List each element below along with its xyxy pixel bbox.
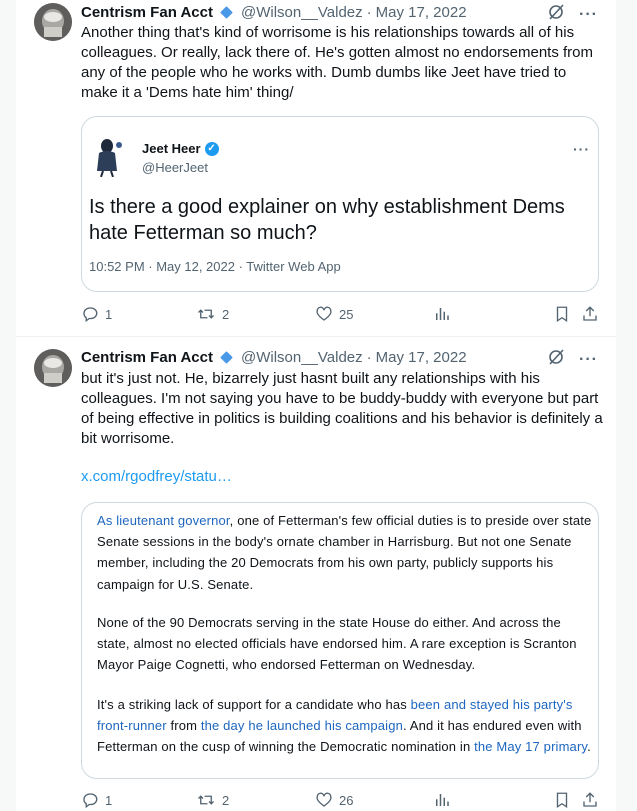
separator-dot: · bbox=[366, 348, 372, 366]
quoted-avatar[interactable] bbox=[93, 137, 125, 178]
analytics-icon bbox=[436, 794, 449, 806]
tweet-header: Centrism Fan Acct @Wilson__Valdez · May … bbox=[81, 346, 467, 368]
reply-button[interactable]: 1 bbox=[81, 305, 112, 323]
retweet-button[interactable]: 2 bbox=[196, 305, 229, 323]
tweet[interactable]: Centrism Fan Acct @Wilson__Valdez · May … bbox=[16, 0, 616, 337]
author-name[interactable]: Centrism Fan Acct bbox=[81, 349, 213, 366]
views-button[interactable] bbox=[433, 305, 451, 323]
like-button[interactable]: 26 bbox=[315, 791, 353, 809]
retweet-count: 2 bbox=[222, 306, 230, 322]
more-options-icon[interactable]: ··· bbox=[579, 351, 598, 368]
quoted-tweet-text: Is there a good explainer on why establi… bbox=[89, 196, 565, 244]
like-count: 25 bbox=[339, 306, 354, 322]
article-link[interactable]: As lieutenant governor bbox=[97, 513, 230, 528]
tweet-date[interactable]: May 17, 2022 bbox=[376, 4, 467, 21]
bookmark-button[interactable] bbox=[553, 305, 571, 323]
quoted-author-handle[interactable]: @HeerJeet bbox=[142, 160, 208, 175]
retweet-icon bbox=[198, 309, 214, 319]
share-button[interactable] bbox=[581, 791, 599, 809]
separator-dot: · bbox=[366, 3, 372, 21]
right-background bbox=[616, 0, 637, 811]
heart-icon bbox=[316, 306, 332, 321]
quoted-tweet[interactable]: Jeet Heer ✓ @HeerJeet ··· Is there a goo… bbox=[81, 116, 599, 292]
avatar[interactable] bbox=[34, 349, 72, 387]
article-text: It's a striking lack of support for a ca… bbox=[97, 697, 411, 712]
bookmark-button[interactable] bbox=[553, 791, 571, 809]
reply-icon bbox=[83, 307, 98, 323]
quoted-author-name[interactable]: Jeet Heer bbox=[142, 141, 201, 156]
quoted-more-options-icon[interactable]: ··· bbox=[573, 141, 590, 157]
bookmark-icon bbox=[556, 306, 568, 323]
bookmark-icon bbox=[556, 792, 568, 809]
reply-count: 1 bbox=[105, 306, 113, 322]
more-options-icon[interactable]: ··· bbox=[579, 6, 598, 23]
action-bar: 1 2 25 bbox=[81, 303, 601, 325]
quoted-tweet-meta: 10:52 PM · May 12, 2022 · Twitter Web Ap… bbox=[89, 259, 341, 274]
like-button[interactable]: 25 bbox=[315, 305, 353, 323]
article-link[interactable]: the day he launched his campaign bbox=[201, 718, 403, 733]
share-button[interactable] bbox=[581, 305, 599, 323]
share-icon bbox=[583, 792, 597, 807]
article-screenshot[interactable]: As lieutenant governor, one of Fetterman… bbox=[81, 502, 599, 779]
tweet[interactable]: Centrism Fan Acct @Wilson__Valdez · May … bbox=[16, 337, 616, 811]
retweet-icon bbox=[198, 795, 214, 805]
tweet-text: Another thing that's kind of worrisome i… bbox=[81, 24, 593, 101]
reply-icon bbox=[83, 793, 98, 809]
analytics-icon bbox=[436, 308, 449, 320]
author-handle[interactable]: @Wilson__Valdez bbox=[241, 4, 363, 21]
tweet-header: Centrism Fan Acct @Wilson__Valdez · May … bbox=[81, 1, 467, 23]
quoted-author-row: Jeet Heer ✓ bbox=[142, 141, 219, 156]
article-paragraph: As lieutenant governor, one of Fetterman… bbox=[97, 510, 593, 595]
header-actions: ··· bbox=[547, 348, 598, 371]
tweet-link[interactable]: x.com/rgodfrey/statu… bbox=[81, 468, 232, 485]
avatar[interactable] bbox=[34, 3, 72, 41]
author-handle[interactable]: @Wilson__Valdez bbox=[241, 349, 363, 366]
share-icon bbox=[583, 306, 597, 321]
grok-icon[interactable] bbox=[547, 348, 565, 371]
tweet-text: but it's just not. He, bizarrely just ha… bbox=[81, 370, 603, 447]
like-count: 26 bbox=[339, 792, 354, 808]
article-paragraph: None of the 90 Democrats serving in the … bbox=[97, 615, 577, 673]
left-background bbox=[0, 0, 16, 811]
reply-button[interactable]: 1 bbox=[81, 791, 112, 809]
verified-diamond-icon bbox=[220, 5, 233, 19]
heart-icon bbox=[316, 792, 332, 807]
article-paragraph: It's a striking lack of support for a ca… bbox=[97, 694, 593, 758]
retweet-count: 2 bbox=[222, 792, 230, 808]
verified-diamond-icon bbox=[220, 350, 233, 364]
retweet-button[interactable]: 2 bbox=[196, 791, 229, 809]
author-name[interactable]: Centrism Fan Acct bbox=[81, 4, 213, 21]
article-text: . bbox=[587, 739, 591, 755]
tweet-feed: Centrism Fan Acct @Wilson__Valdez · May … bbox=[16, 0, 616, 811]
action-bar: 1 2 26 bbox=[81, 789, 601, 811]
verified-badge-icon: ✓ bbox=[204, 141, 219, 156]
tweet-date[interactable]: May 17, 2022 bbox=[376, 349, 467, 366]
views-button[interactable] bbox=[433, 791, 451, 809]
article-link[interactable]: the May 17 primary bbox=[474, 739, 587, 754]
article-text: from bbox=[166, 718, 201, 734]
reply-count: 1 bbox=[105, 792, 113, 808]
